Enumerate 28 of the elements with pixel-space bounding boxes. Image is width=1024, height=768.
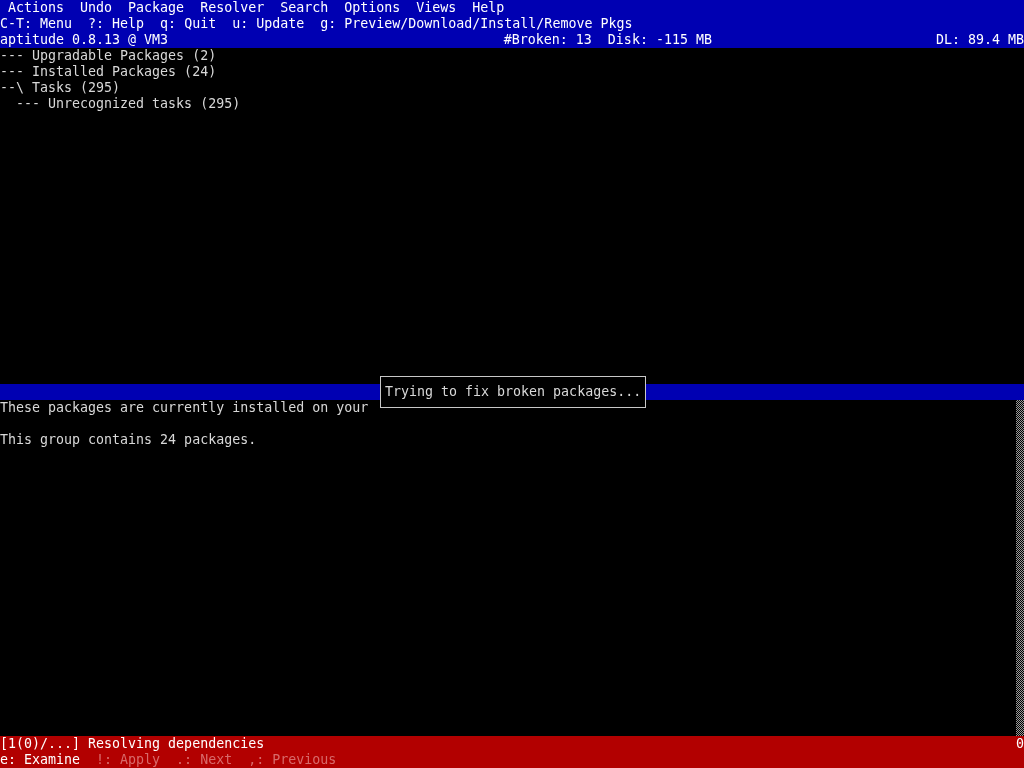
key-hint: u: Update	[232, 16, 305, 32]
resolver-action[interactable]: e: Examine	[0, 752, 81, 768]
menu-item[interactable]: Resolver	[200, 0, 265, 16]
key-hint: g: Preview/Download/Install/Remove Pkgs	[320, 16, 633, 32]
solution-count: 0	[1016, 736, 1024, 752]
menu-item[interactable]: Help	[472, 0, 505, 16]
menu-item[interactable]: Options	[344, 0, 401, 16]
tree-item[interactable]: --- Installed Packages (24)	[0, 64, 1024, 80]
dialog-message: Trying to fix broken packages...	[385, 384, 642, 400]
menu-item[interactable]: Package	[128, 0, 185, 16]
disk-usage: Disk: -115 MB	[607, 32, 712, 48]
key-hint: q: Quit	[160, 16, 217, 32]
description-text: These packages are currently installed on your	[0, 400, 370, 416]
download-size: DL: 89.4 MB	[935, 32, 1024, 48]
tree-item[interactable]: --- Upgradable Packages (2)	[0, 48, 1024, 64]
scrollbar[interactable]	[1016, 400, 1024, 736]
description-text: This group contains 24 packages.	[0, 432, 258, 448]
menu-item[interactable]: Views	[416, 0, 457, 16]
app-title: aptitude 0.8.13 @ VM3	[0, 32, 169, 48]
resolver-status: [1(0)/...] Resolving dependencies	[0, 736, 265, 752]
tree-item[interactable]: --- Unrecognized tasks (295)	[0, 96, 1024, 112]
key-hint: ?: Help	[88, 16, 145, 32]
menu-item[interactable]: Search	[280, 0, 329, 16]
broken-count: #Broken: 13	[503, 32, 592, 48]
menu-item[interactable]: Undo	[80, 0, 113, 16]
key-hint: C-T: Menu	[0, 16, 73, 32]
menu-item[interactable]: Actions	[8, 0, 65, 16]
tree-item[interactable]: --\ Tasks (295)	[0, 80, 1024, 96]
